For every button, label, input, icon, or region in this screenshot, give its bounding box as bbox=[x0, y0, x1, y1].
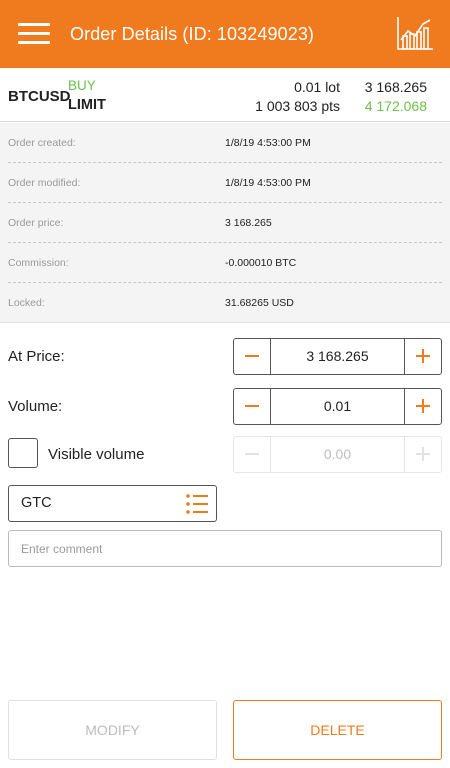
modify-button[interactable]: MODIFY bbox=[8, 700, 217, 760]
visible-volume-increase-button bbox=[404, 437, 441, 472]
visible-volume-decrease-button bbox=[234, 437, 271, 472]
order-side: BUY bbox=[68, 78, 96, 93]
volume-label: Volume: bbox=[8, 398, 63, 415]
expiration-select[interactable]: GTC bbox=[8, 485, 217, 522]
detail-row-order-modified: Order modified: 1/8/19 4:53:00 PM bbox=[0, 163, 450, 203]
visible-volume-label: Visible volume bbox=[48, 446, 145, 463]
volume-value[interactable]: 0.01 bbox=[271, 398, 404, 414]
lot-size: 0.01 lot bbox=[294, 79, 340, 95]
page-title: Order Details (ID: 103249023) bbox=[70, 24, 315, 44]
visible-volume-checkbox[interactable] bbox=[8, 438, 38, 468]
current-price: 4 172.068 bbox=[364, 98, 427, 114]
volume-decrease-button[interactable] bbox=[234, 389, 271, 424]
detail-row-order-price: Order price: 3 168.265 bbox=[0, 203, 450, 243]
at-price-value[interactable]: 3 168.265 bbox=[271, 348, 404, 364]
detail-value: 1/8/19 4:53:00 PM bbox=[225, 137, 311, 149]
points-distance: 1 003 803 pts bbox=[255, 98, 340, 114]
at-price-decrease-button[interactable] bbox=[234, 339, 271, 374]
at-price-label: At Price: bbox=[8, 348, 65, 365]
at-price-increase-button[interactable] bbox=[404, 339, 441, 374]
comment-input[interactable] bbox=[8, 530, 442, 567]
volume-increase-button[interactable] bbox=[404, 389, 441, 424]
detail-label: Order modified: bbox=[8, 177, 81, 189]
line-chart-icon[interactable] bbox=[395, 14, 435, 52]
detail-label: Commission: bbox=[8, 257, 69, 269]
detail-value: 1/8/19 4:53:00 PM bbox=[225, 177, 311, 189]
list-icon bbox=[186, 494, 208, 514]
symbol-label: BTCUSD bbox=[8, 88, 71, 105]
visible-volume-value: 0.00 bbox=[323, 446, 352, 462]
delete-button[interactable]: DELETE bbox=[233, 700, 442, 760]
order-type: LIMIT bbox=[68, 97, 106, 113]
order-details-list: Order created: 1/8/19 4:53:00 PM Order m… bbox=[0, 123, 450, 323]
volume-stepper: 0.01 bbox=[233, 388, 442, 425]
detail-label: Order created: bbox=[8, 137, 76, 149]
detail-value: -0.000010 BTC bbox=[225, 257, 297, 269]
detail-value: 3 168.265 bbox=[225, 217, 272, 229]
detail-label: Locked: bbox=[8, 297, 45, 309]
visible-volume-stepper: 0.00 bbox=[233, 436, 442, 473]
hamburger-menu-icon[interactable] bbox=[18, 22, 50, 44]
detail-row-order-created: Order created: 1/8/19 4:53:00 PM bbox=[0, 123, 450, 163]
at-price-stepper: 3 168.265 bbox=[233, 338, 442, 375]
expiration-value: GTC bbox=[21, 495, 52, 511]
order-price-summary: 3 168.265 bbox=[364, 79, 427, 95]
detail-row-commission: Commission: -0.000010 BTC bbox=[0, 243, 450, 283]
top-app-bar: Order Details (ID: 103249023) bbox=[0, 0, 450, 68]
detail-row-locked: Locked: 31.68265 USD bbox=[0, 283, 450, 323]
order-summary: BTCUSD BUY LIMIT 0.01 lot 1 003 803 pts … bbox=[0, 68, 450, 122]
detail-label: Order price: bbox=[8, 217, 64, 229]
detail-value: 31.68265 USD bbox=[225, 297, 294, 309]
